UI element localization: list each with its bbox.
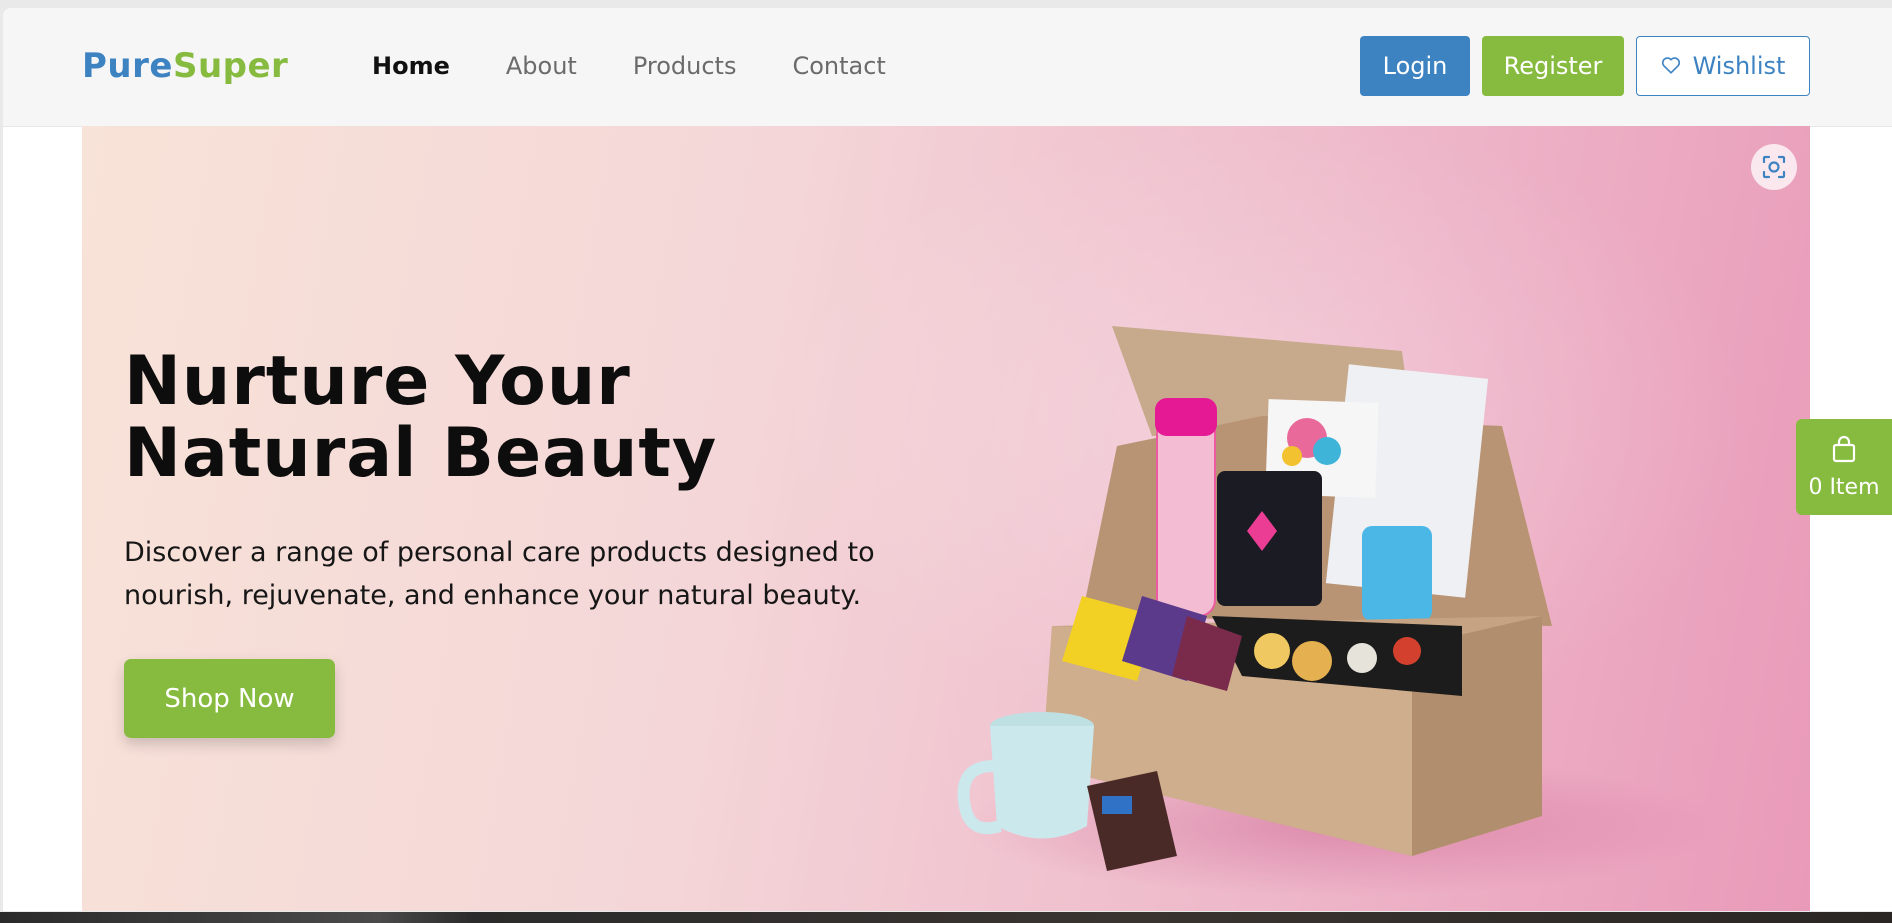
wishlist-button-label: Wishlist <box>1692 52 1786 80</box>
login-button[interactable]: Login <box>1360 36 1470 96</box>
site-logo[interactable]: PureSuper <box>82 46 288 86</box>
nav-products[interactable]: Products <box>633 52 737 80</box>
nav-contact[interactable]: Contact <box>792 52 885 80</box>
shop-now-label: Shop Now <box>164 683 295 714</box>
hero-banner: Nurture Your Natural Beauty Discover a r… <box>82 126 1810 911</box>
nav-home[interactable]: Home <box>372 52 450 80</box>
cart-widget[interactable]: 0 Item <box>1796 419 1892 515</box>
nav-about[interactable]: About <box>506 52 577 80</box>
main-nav: Home About Products Contact <box>372 52 886 80</box>
register-button-label: Register <box>1503 52 1603 80</box>
shop-now-button[interactable]: Shop Now <box>124 659 335 738</box>
cart-count-label: 0 Item <box>1808 474 1880 500</box>
navbar: PureSuper Home About Products Contact Lo… <box>3 8 1892 127</box>
logo-part-super: Super <box>172 46 289 86</box>
logo-part-pure: Pure <box>82 46 173 86</box>
hero-description: Discover a range of personal care produc… <box>124 537 875 611</box>
taskbar-strip <box>0 912 1892 923</box>
screen-capture-icon[interactable] <box>1751 144 1797 190</box>
register-button[interactable]: Register <box>1482 36 1624 96</box>
product-box-image <box>957 326 1722 896</box>
hero-title: Nurture Your Natural Beauty <box>124 342 718 493</box>
browser-viewport: PureSuper Home About Products Contact Lo… <box>3 8 1892 911</box>
login-button-label: Login <box>1382 52 1448 80</box>
heart-icon <box>1661 52 1681 80</box>
wishlist-button[interactable]: Wishlist <box>1636 36 1810 96</box>
shopping-bag-icon <box>1831 435 1857 469</box>
